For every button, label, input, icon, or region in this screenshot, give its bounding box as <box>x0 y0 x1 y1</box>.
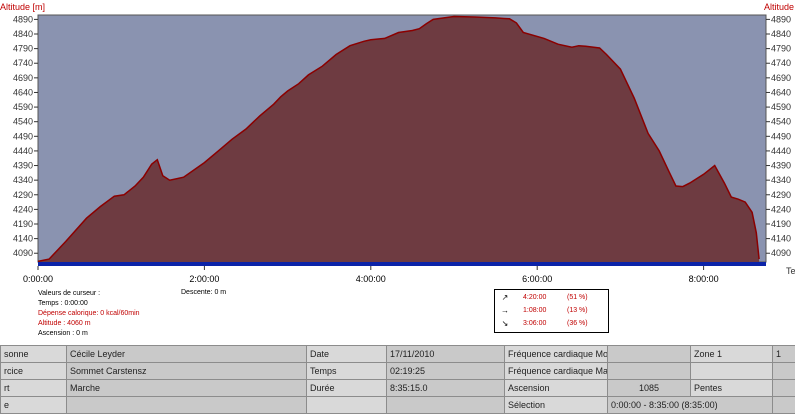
y-tick-label-right: 4090 <box>771 248 791 258</box>
y-tick-label-right: 4390 <box>771 161 791 171</box>
arrow-up-right-icon: ↗ <box>500 291 510 304</box>
y-tick-label-right: 4790 <box>771 44 791 54</box>
empty-cell <box>307 397 387 414</box>
cursor-values-title: Valeurs de curseur : <box>38 289 140 299</box>
value-sport[interactable]: Marche <box>67 380 307 397</box>
label-selection: Sélection <box>505 397 608 414</box>
y-tick-label-left: 4390 <box>13 161 33 171</box>
x-tick-label: 8:00:00 <box>689 274 719 284</box>
slope-flat-percent: (13 %) <box>567 304 588 317</box>
empty-cell <box>691 363 773 380</box>
label-hr-avg: Fréquence cardiaque Mo <box>505 346 608 363</box>
y-tick-label-left: 4840 <box>13 29 33 39</box>
y-tick-label-right: 4440 <box>771 146 791 156</box>
y-tick-label-right: 4640 <box>771 87 791 97</box>
slope-row-flat: → 1:08:00 (13 %) <box>495 304 608 317</box>
y-tick-label-right: 4590 <box>771 102 791 112</box>
cursor-ascent: Ascension : 0 m <box>38 329 140 339</box>
y-tick-label-right: 4490 <box>771 131 791 141</box>
label-person: sonne <box>1 346 67 363</box>
y-tick-label-right: 4540 <box>771 117 791 127</box>
y-tick-label-left: 4140 <box>13 234 33 244</box>
value-slopes[interactable] <box>773 380 795 397</box>
value-ascent[interactable]: 1085 <box>608 380 691 397</box>
value-note[interactable] <box>67 397 307 414</box>
value-zone[interactable]: 1 <box>773 346 795 363</box>
label-date: Date <box>307 346 387 363</box>
y-tick-label-left: 4440 <box>13 146 33 156</box>
slope-downhill-percent: (36 %) <box>567 317 588 330</box>
x-tick-label: 4:00:00 <box>356 274 386 284</box>
empty-cell <box>773 397 795 414</box>
y-tick-label-right: 4690 <box>771 73 791 83</box>
table-row: sonne Cécile Leyder Date 17/11/2010 Fréq… <box>1 346 795 363</box>
y-tick-label-left: 4640 <box>13 87 33 97</box>
slope-downhill-time: 3:06:00 <box>523 317 546 330</box>
label-zone: Zone 1 <box>691 346 773 363</box>
table-row: rcice Sommet Carstensz Temps 02:19:25 Fr… <box>1 363 795 380</box>
y-tick-label-left: 4740 <box>13 58 33 68</box>
label-sport: rt <box>1 380 67 397</box>
y-tick-label-left: 4690 <box>13 73 33 83</box>
table-row: rt Marche Durée 8:35:15.0 Ascension 1085… <box>1 380 795 397</box>
label-duration: Durée <box>307 380 387 397</box>
x-tick-label: 6:00:00 <box>522 274 552 284</box>
cursor-time: Temps : 0:00:00 <box>38 299 140 309</box>
y-tick-label-left: 4290 <box>13 190 33 200</box>
y-tick-label-left: 4490 <box>13 131 33 141</box>
label-exercise: rcice <box>1 363 67 380</box>
value-hr-max[interactable] <box>608 363 691 380</box>
cursor-altitude: Altitude : 4060 m <box>38 319 140 329</box>
x-tick-label: 0:00:00 <box>23 274 53 284</box>
label-hr-max: Fréquence cardiaque Ma <box>505 363 608 380</box>
altitude-chart[interactable]: 4090 4090 4140 4140 4190 4190 4240 4240 4290 4290… <box>0 0 795 290</box>
value-time[interactable]: 02:19:25 <box>387 363 505 380</box>
y-tick-label-right: 4290 <box>771 190 791 200</box>
arrow-right-icon: → <box>500 304 510 317</box>
y-tick-label-left: 4090 <box>13 248 33 258</box>
y-tick-label-right: 4740 <box>771 58 791 68</box>
session-info-table: sonne Cécile Leyder Date 17/11/2010 Fréq… <box>0 345 795 414</box>
label-slopes: Pentes <box>691 380 773 397</box>
slope-row-downhill: ↘ 3:06:00 (36 %) <box>495 317 608 330</box>
y-tick-label-left: 4190 <box>13 219 33 229</box>
time-baseline <box>38 262 766 266</box>
y-tick-label-left: 4790 <box>13 44 33 54</box>
arrow-down-right-icon: ↘ <box>500 317 510 330</box>
value-date[interactable]: 17/11/2010 <box>387 346 505 363</box>
y-tick-label-right: 4140 <box>771 234 791 244</box>
cursor-descent: Descente: 0 m <box>181 289 226 296</box>
empty-cell <box>773 363 795 380</box>
y-tick-label-left: 4590 <box>13 102 33 112</box>
y-tick-label-right: 4890 <box>771 14 791 24</box>
label-ascent: Ascension <box>505 380 608 397</box>
cursor-values-panel: Valeurs de curseur : Temps : 0:00:00 Dép… <box>38 289 140 339</box>
value-duration[interactable]: 8:35:15.0 <box>387 380 505 397</box>
value-person[interactable]: Cécile Leyder <box>67 346 307 363</box>
empty-cell <box>387 397 505 414</box>
slope-flat-time: 1:08:00 <box>523 304 546 317</box>
y-tick-label-left: 4240 <box>13 204 33 214</box>
value-exercise[interactable]: Sommet Carstensz <box>67 363 307 380</box>
y-tick-label-right: 4240 <box>771 204 791 214</box>
slope-row-uphill: ↗ 4:20:00 (51 %) <box>495 291 608 304</box>
value-selection[interactable]: 0:00:00 - 8:35:00 (8:35:00) <box>608 397 773 414</box>
cursor-calories: Dépense calorique: 0 kcal/60min <box>38 309 140 319</box>
label-time: Temps <box>307 363 387 380</box>
slope-uphill-time: 4:20:00 <box>523 291 546 304</box>
slope-uphill-percent: (51 %) <box>567 291 588 304</box>
value-hr-avg[interactable] <box>608 346 691 363</box>
y-tick-label-left: 4890 <box>13 14 33 24</box>
table-row: e Sélection 0:00:00 - 8:35:00 (8:35:00) <box>1 397 795 414</box>
y-tick-label-left: 4340 <box>13 175 33 185</box>
slope-summary-box: ↗ 4:20:00 (51 %) → 1:08:00 (13 %) ↘ 3:06… <box>494 289 609 333</box>
y-tick-label-right: 4190 <box>771 219 791 229</box>
label-note: e <box>1 397 67 414</box>
y-tick-label-right: 4840 <box>771 29 791 39</box>
y-tick-label-right: 4340 <box>771 175 791 185</box>
y-tick-label-left: 4540 <box>13 117 33 127</box>
x-tick-label: 2:00:00 <box>189 274 219 284</box>
